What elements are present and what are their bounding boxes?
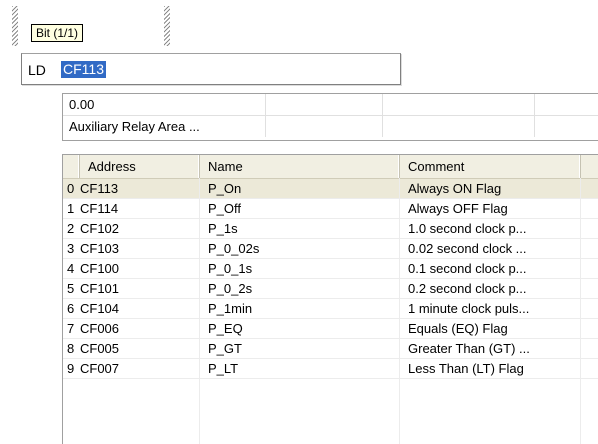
row-address: CF103: [80, 241, 120, 256]
row-comment: Always ON Flag: [408, 181, 502, 196]
comment-cell: Equals (EQ) Flag: [400, 319, 581, 338]
row-address: CF005: [80, 341, 120, 356]
table-row[interactable]: 3 CF103 P_0_02s 0.02 second clock ...: [63, 239, 598, 259]
row-name: P_1s: [208, 221, 238, 236]
row-name: P_GT: [208, 341, 242, 356]
ladder-right-rail: [164, 6, 170, 46]
row-address: CF113: [80, 181, 119, 196]
row-address: CF101: [80, 281, 120, 296]
row-index: 2: [67, 221, 75, 236]
name-cell: P_GT: [200, 339, 400, 358]
table-row[interactable]: 0 CF113 P_On Always ON Flag: [63, 179, 598, 199]
row-name: P_LT: [208, 361, 239, 376]
table-row[interactable]: 9 CF007 P_LT Less Than (LT) Flag: [63, 359, 598, 379]
row-index: 7: [67, 321, 75, 336]
address-cell: 0 CF113: [63, 179, 200, 198]
row-comment: Less Than (LT) Flag: [408, 361, 524, 376]
name-cell: P_EQ: [200, 319, 400, 338]
table-row[interactable]: 6 CF104 P_1min 1 minute clock puls...: [63, 299, 598, 319]
table-row[interactable]: 7 CF006 P_EQ Equals (EQ) Flag: [63, 319, 598, 339]
row-index: 5: [67, 281, 75, 296]
row-index: 0: [67, 181, 75, 196]
info-area: Auxiliary Relay Area ...: [69, 119, 200, 134]
row-index: 1: [67, 201, 75, 216]
row-name: P_0_02s: [208, 241, 260, 256]
row-index: 9: [67, 361, 75, 376]
row-comment: Always OFF Flag: [408, 201, 508, 216]
name-cell: P_LT: [200, 359, 400, 378]
comment-cell: Less Than (LT) Flag: [400, 359, 581, 378]
table-row[interactable]: 4 CF100 P_0_1s 0.1 second clock p...: [63, 259, 598, 279]
row-index: 3: [67, 241, 75, 256]
row-comment: 0.2 second clock p...: [408, 281, 527, 296]
comment-cell: 1 minute clock puls...: [400, 299, 581, 318]
name-cell: P_0_02s: [200, 239, 400, 258]
instruction-mnemonic: LD: [28, 62, 46, 78]
comment-cell: 1.0 second clock p...: [400, 219, 581, 238]
row-address: CF007: [80, 361, 120, 376]
table-row[interactable]: 2 CF102 P_1s 1.0 second clock p...: [63, 219, 598, 239]
info-row-value: 0.00: [63, 94, 598, 116]
row-address: CF100: [80, 261, 120, 276]
row-index: 6: [67, 301, 75, 316]
row-comment: 0.1 second clock p...: [408, 261, 527, 276]
info-value: 0.00: [69, 97, 95, 112]
address-cell: 1 CF114: [63, 199, 200, 218]
row-address: CF104: [80, 301, 120, 316]
comment-cell: 0.1 second clock p...: [400, 259, 581, 278]
row-comment: Greater Than (GT) ...: [408, 341, 530, 356]
comment-cell: Always ON Flag: [400, 179, 581, 198]
header-comment[interactable]: Comment: [400, 155, 581, 178]
comment-cell: 0.2 second clock p...: [400, 279, 581, 298]
row-index: 8: [67, 341, 75, 356]
info-row-area: Auxiliary Relay Area ...: [63, 116, 598, 137]
operand-input[interactable]: CF113: [61, 61, 106, 78]
row-comment: Equals (EQ) Flag: [408, 321, 508, 336]
name-cell: P_0_2s: [200, 279, 400, 298]
row-index: 4: [67, 261, 75, 276]
symbol-table: Address Name Comment 0 CF113 P_On Always ON…: [62, 154, 598, 444]
table-header: Address Name Comment: [63, 155, 598, 179]
header-name[interactable]: Name: [200, 155, 400, 178]
table-row[interactable]: 1 CF114 P_Off Always OFF Flag: [63, 199, 598, 219]
name-cell: P_0_1s: [200, 259, 400, 278]
operand-info-panel: 0.00 Auxiliary Relay Area ...: [62, 93, 598, 141]
row-name: P_Off: [208, 201, 242, 216]
address-cell: 9 CF007: [63, 359, 200, 378]
comment-cell: Greater Than (GT) ...: [400, 339, 581, 358]
comment-cell: Always OFF Flag: [400, 199, 581, 218]
instruction-editor[interactable]: LD CF113: [21, 53, 401, 85]
table-row[interactable]: 5 CF101 P_0_2s 0.2 second clock p...: [63, 279, 598, 299]
row-name: P_0_1s: [208, 261, 253, 276]
row-comment: 1.0 second clock p...: [408, 221, 527, 236]
table-row[interactable]: 8 CF005 P_GT Greater Than (GT) ...: [63, 339, 598, 359]
bit-tooltip: Bit (1/1): [31, 24, 84, 42]
row-name: P_On: [208, 181, 242, 196]
address-cell: 5 CF101: [63, 279, 200, 298]
address-cell: 8 CF005: [63, 339, 200, 358]
row-address: CF006: [80, 321, 120, 336]
row-name: P_0_2s: [208, 281, 253, 296]
address-cell: 2 CF102: [63, 219, 200, 238]
row-address: CF114: [80, 201, 119, 216]
address-cell: 6 CF104: [63, 299, 200, 318]
row-name: P_EQ: [208, 321, 243, 336]
header-corner: [63, 155, 80, 178]
ladder-left-rail: [12, 6, 18, 46]
name-cell: P_On: [200, 179, 400, 198]
row-comment: 1 minute clock puls...: [408, 301, 530, 316]
name-cell: P_1s: [200, 219, 400, 238]
address-cell: 7 CF006: [63, 319, 200, 338]
header-address[interactable]: Address: [80, 155, 200, 178]
comment-cell: 0.02 second clock ...: [400, 239, 581, 258]
name-cell: P_1min: [200, 299, 400, 318]
row-name: P_1min: [208, 301, 253, 316]
address-cell: 3 CF103: [63, 239, 200, 258]
name-cell: P_Off: [200, 199, 400, 218]
row-address: CF102: [80, 221, 120, 236]
address-cell: 4 CF100: [63, 259, 200, 278]
row-comment: 0.02 second clock ...: [408, 241, 527, 256]
